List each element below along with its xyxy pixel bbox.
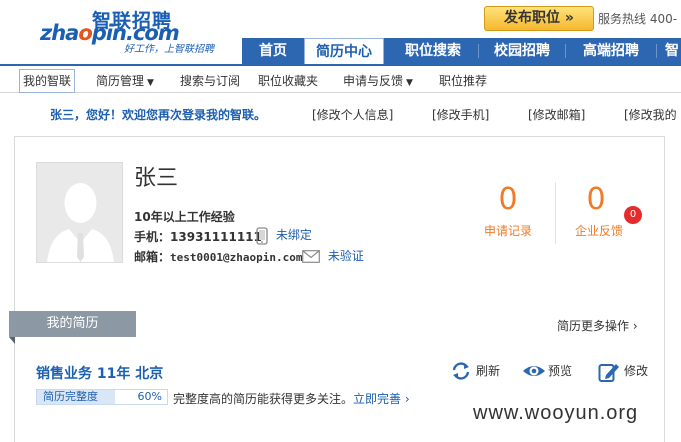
chevron-down-icon: ▼ bbox=[406, 78, 413, 88]
profile-name: 张三 bbox=[134, 166, 179, 191]
my-resume-tab[interactable]: 我的简历 bbox=[9, 311, 136, 337]
completeness-progress: 简历完整度 60% bbox=[36, 389, 168, 405]
edit-label: 修改 bbox=[624, 364, 649, 378]
sub-nav-job-recommend[interactable]: 职位推荐 bbox=[439, 71, 487, 91]
eye-icon bbox=[523, 366, 545, 376]
phone-status[interactable]: 未绑定 bbox=[256, 226, 312, 245]
main-nav-campus[interactable]: 校园招聘 bbox=[479, 38, 565, 64]
service-hotline: 服务热线 400- bbox=[598, 12, 678, 26]
refresh-icon bbox=[452, 362, 470, 380]
envelope-icon bbox=[302, 250, 320, 263]
sub-nav-my-zhilian[interactable]: 我的智联 bbox=[19, 69, 76, 93]
complete-now-link[interactable]: 立即完善 › bbox=[353, 392, 410, 406]
sub-nav-search-subscribe[interactable]: 搜索与订阅 bbox=[180, 71, 240, 91]
main-nav-job-search[interactable]: 职位搜索 bbox=[388, 38, 478, 64]
edit-email-link[interactable]: [修改邮箱] bbox=[528, 106, 585, 123]
edit-phone-link[interactable]: [修改手机] bbox=[432, 106, 489, 123]
work-experience: 10年以上工作经验 bbox=[134, 210, 235, 224]
welcome-greeting: 张三，您好！欢迎您再次登录我的智联。 bbox=[50, 108, 267, 122]
mobile-phone-icon bbox=[256, 226, 268, 245]
preview-label: 预览 bbox=[548, 364, 573, 378]
main-nav-more[interactable]: 智 bbox=[657, 38, 681, 64]
phone-line: 手机：13931111111 bbox=[134, 230, 262, 244]
sub-nav-job-favorites[interactable]: 职位收藏夹 bbox=[258, 71, 318, 91]
feedback-count[interactable]: 0 bbox=[566, 182, 626, 217]
avatar[interactable] bbox=[36, 162, 123, 263]
chevron-down-icon: ▼ bbox=[147, 78, 154, 88]
email-line: 邮箱：test0001@zhaopin.com bbox=[134, 250, 303, 264]
edit-icon bbox=[598, 364, 619, 382]
edit-profile-link[interactable]: [修改个人信息] bbox=[312, 106, 393, 123]
phone-value: 13931111111 bbox=[170, 230, 262, 244]
edit-more-link[interactable]: [修改我的 bbox=[624, 106, 677, 123]
post-job-button[interactable]: 发布职位 » bbox=[484, 6, 594, 31]
watermark: www.wooyun.org bbox=[473, 402, 639, 424]
applications-label[interactable]: 申请记录 bbox=[473, 222, 543, 239]
logo-slogan: 好工作，上智联招聘 bbox=[124, 44, 214, 55]
tab-fold-decoration bbox=[9, 337, 15, 344]
refresh-label: 刷新 bbox=[476, 364, 501, 378]
completeness-label: 简历完整度 bbox=[43, 390, 98, 403]
email-status[interactable]: 未验证 bbox=[302, 247, 364, 264]
feedback-label[interactable]: 企业反馈 bbox=[564, 222, 634, 239]
sub-nav: 我的智联 简历管理 ▼ 搜索与订阅 职位收藏夹 申请与反馈 ▼ 职位推荐 bbox=[0, 64, 681, 93]
feedback-badge: 0 bbox=[624, 206, 642, 224]
main-nav: 首页 简历中心 职位搜索 校园招聘 高端招聘 智 bbox=[242, 38, 681, 65]
applications-count[interactable]: 0 bbox=[478, 182, 538, 217]
main-nav-resume-center[interactable]: 简历中心 bbox=[304, 38, 384, 65]
default-avatar-icon bbox=[47, 183, 114, 262]
email-value: test0001@zhaopin.com bbox=[170, 251, 303, 264]
resume-more-operations[interactable]: 简历更多操作 › bbox=[557, 317, 638, 334]
resume-title[interactable]: 销售业务 11年 北京 bbox=[36, 363, 163, 383]
sub-nav-resume-manage[interactable]: 简历管理 ▼ bbox=[96, 71, 154, 91]
main-nav-executive[interactable]: 高端招聘 bbox=[566, 38, 656, 64]
main-nav-home[interactable]: 首页 bbox=[242, 38, 304, 64]
stats-divider bbox=[555, 182, 556, 244]
sub-nav-apply-feedback[interactable]: 申请与反馈 ▼ bbox=[343, 71, 413, 91]
completeness-tip: 完整度高的简历能获得更多关注。立即完善 › bbox=[173, 392, 410, 406]
completeness-percent: 60% bbox=[137, 390, 162, 403]
zhaopin-logo[interactable]: 智联招聘 zhaopin.com 好工作，上智联招聘 bbox=[40, 6, 220, 56]
